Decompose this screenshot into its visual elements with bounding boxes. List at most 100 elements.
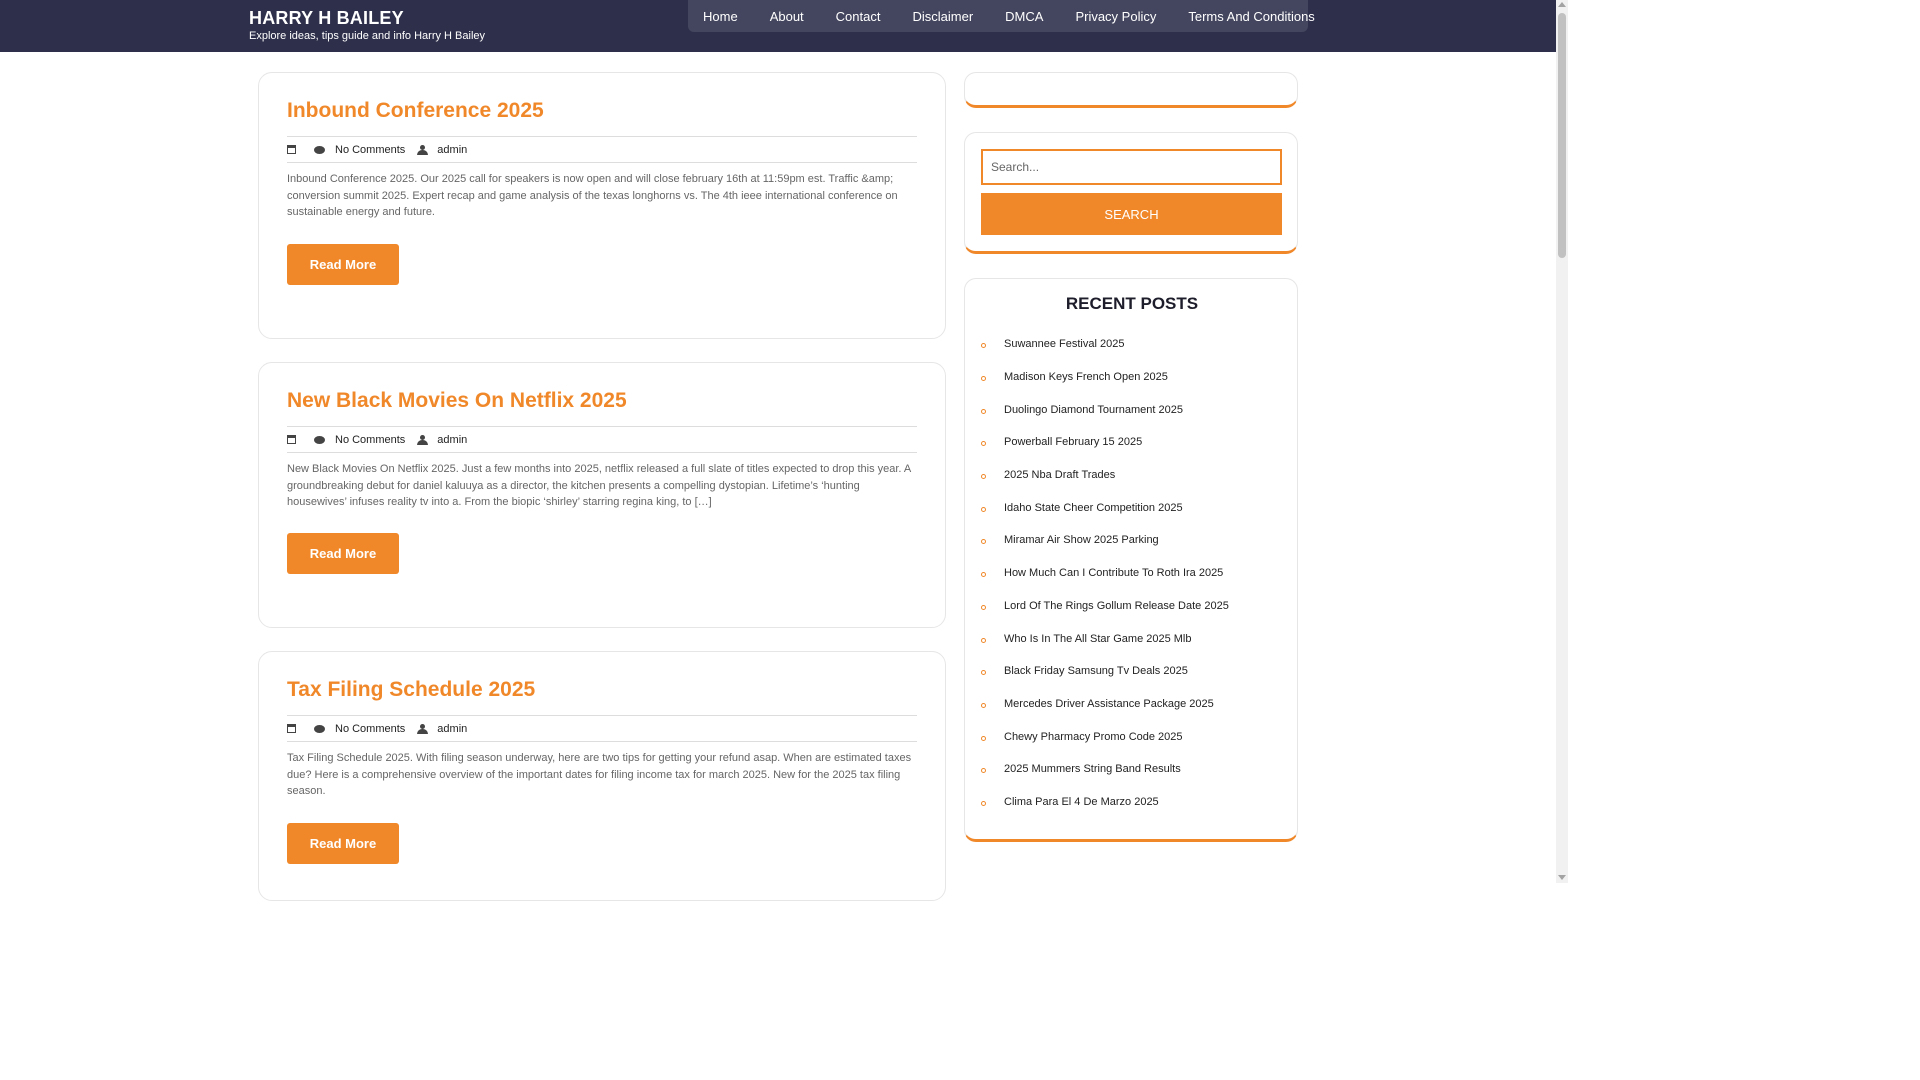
post-card: New Black Movies On Netflix 2025 No Comm… <box>258 362 946 628</box>
sidebar-widget-empty <box>964 72 1298 108</box>
circle-bullet-icon <box>981 800 986 806</box>
user-icon <box>417 434 429 445</box>
list-item: How Much Can I Contribute To Roth Ira 20… <box>981 557 1281 590</box>
post-excerpt: New Black Movies On Netflix 2025. Just a… <box>287 463 911 508</box>
read-more-button[interactable]: Read More <box>287 244 399 285</box>
read-more-button[interactable]: Read More <box>287 533 399 574</box>
recent-post-link[interactable]: Duolingo Diamond Tournament 2025 <box>1004 404 1183 416</box>
search-widget: SEARCH <box>964 132 1298 254</box>
scrollbar-thumb[interactable] <box>1558 13 1566 258</box>
list-item: Powerball February 15 2025 <box>981 426 1281 459</box>
list-item: Who Is In The All Star Game 2025 Mlb <box>981 622 1281 655</box>
list-item: Clima Para El 4 De Marzo 2025 <box>981 786 1281 819</box>
nav-disclaimer[interactable]: Disclaimer <box>896 9 989 24</box>
circle-bullet-icon <box>981 506 986 512</box>
author-link[interactable]: admin <box>437 434 467 446</box>
post-card: Inbound Conference 2025 No Comments admi… <box>258 72 946 339</box>
post-meta: No Comments admin <box>287 715 917 742</box>
scroll-down-arrow-icon[interactable] <box>1558 875 1566 880</box>
circle-bullet-icon <box>981 670 986 676</box>
post-meta: No Comments admin <box>287 136 917 163</box>
circle-bullet-icon <box>981 768 986 774</box>
circle-bullet-icon <box>981 702 986 708</box>
list-item: Miramar Air Show 2025 Parking <box>981 524 1281 557</box>
recent-post-link[interactable]: Mercedes Driver Assistance Package 2025 <box>1004 698 1214 710</box>
circle-bullet-icon <box>981 637 986 643</box>
calendar-icon <box>287 435 296 444</box>
nav-about[interactable]: About <box>754 9 820 24</box>
circle-bullet-icon <box>981 474 986 480</box>
recent-posts-list: Suwannee Festival 2025 Madison Keys Fren… <box>981 328 1281 818</box>
recent-post-link[interactable]: Who Is In The All Star Game 2025 Mlb <box>1004 633 1192 645</box>
list-item: Chewy Pharmacy Promo Code 2025 <box>981 720 1281 753</box>
comments-meta: No Comments <box>314 434 405 446</box>
recent-post-link[interactable]: 2025 Nba Draft Trades <box>1004 469 1115 481</box>
comments-meta: No Comments <box>314 144 405 156</box>
recent-post-link[interactable]: Clima Para El 4 De Marzo 2025 <box>1004 796 1159 808</box>
nav-privacy-policy[interactable]: Privacy Policy <box>1059 9 1172 24</box>
recent-posts-widget: RECENT POSTS Suwannee Festival 2025 Madi… <box>964 278 1298 842</box>
main-nav: Home About Contact Disclaimer DMCA Priva… <box>688 0 1315 32</box>
recent-post-link[interactable]: How Much Can I Contribute To Roth Ira 20… <box>1004 567 1223 579</box>
read-more-button[interactable]: Read More <box>287 823 399 864</box>
recent-post-link[interactable]: Madison Keys French Open 2025 <box>1004 371 1168 383</box>
circle-bullet-icon <box>981 604 986 610</box>
recent-post-link[interactable]: Chewy Pharmacy Promo Code 2025 <box>1004 731 1183 743</box>
recent-post-link[interactable]: Black Friday Samsung Tv Deals 2025 <box>1004 665 1188 677</box>
list-item: Suwannee Festival 2025 <box>981 328 1281 361</box>
site-title[interactable]: HARRY H BAILEY <box>249 8 404 29</box>
circle-bullet-icon <box>981 408 986 414</box>
recent-post-link[interactable]: Lord Of The Rings Gollum Release Date 20… <box>1004 600 1229 612</box>
site-tagline: Explore ideas, tips guide and info Harry… <box>249 30 486 42</box>
circle-bullet-icon <box>981 376 986 382</box>
scroll-up-arrow-icon[interactable] <box>1558 2 1566 7</box>
post-title[interactable]: New Black Movies On Netflix 2025 <box>287 389 627 413</box>
circle-bullet-icon <box>981 735 986 741</box>
recent-posts-title: RECENT POSTS <box>1065 294 1199 313</box>
comment-icon <box>314 435 325 444</box>
post-title[interactable]: Tax Filing Schedule 2025 <box>287 678 535 702</box>
list-item: Idaho State Cheer Competition 2025 <box>981 491 1281 524</box>
comments-meta: No Comments <box>314 723 405 735</box>
site-header: HARRY H BAILEY Explore ideas, tips guide… <box>0 0 1556 52</box>
author-link[interactable]: admin <box>437 144 467 156</box>
user-icon <box>417 723 429 734</box>
author-link[interactable]: admin <box>437 723 467 735</box>
list-item: Duolingo Diamond Tournament 2025 <box>981 393 1281 426</box>
list-item: Black Friday Samsung Tv Deals 2025 <box>981 655 1281 688</box>
author-meta: admin <box>417 723 467 735</box>
post-excerpt: Inbound Conference 2025. Our 2025 call f… <box>287 173 898 218</box>
nav-contact[interactable]: Contact <box>820 9 897 24</box>
post-title[interactable]: Inbound Conference 2025 <box>287 99 544 123</box>
search-button[interactable]: SEARCH <box>981 193 1282 235</box>
recent-post-link[interactable]: Powerball February 15 2025 <box>1004 436 1142 448</box>
nav-home[interactable]: Home <box>688 9 754 24</box>
nav-terms-and-conditions[interactable]: Terms And Conditions <box>1172 9 1330 24</box>
comment-icon <box>314 145 325 154</box>
search-input[interactable] <box>981 149 1282 185</box>
recent-post-link[interactable]: Suwannee Festival 2025 <box>1004 338 1124 350</box>
circle-bullet-icon <box>981 343 986 349</box>
comments-link[interactable]: No Comments <box>335 144 405 156</box>
circle-bullet-icon <box>981 572 986 578</box>
nav-dmca[interactable]: DMCA <box>989 9 1059 24</box>
comments-link[interactable]: No Comments <box>335 723 405 735</box>
list-item: Lord Of The Rings Gollum Release Date 20… <box>981 590 1281 623</box>
calendar-icon <box>287 145 296 154</box>
comment-icon <box>314 724 325 733</box>
list-item: 2025 Mummers String Band Results <box>981 753 1281 786</box>
post-card: Tax Filing Schedule 2025 No Comments adm… <box>258 651 946 901</box>
list-item: Madison Keys French Open 2025 <box>981 361 1281 394</box>
recent-post-link[interactable]: Miramar Air Show 2025 Parking <box>1004 534 1159 546</box>
user-icon <box>417 144 429 155</box>
calendar-icon <box>287 724 296 733</box>
list-item: 2025 Nba Draft Trades <box>981 459 1281 492</box>
circle-bullet-icon <box>981 539 986 545</box>
comments-link[interactable]: No Comments <box>335 434 405 446</box>
author-meta: admin <box>417 144 467 156</box>
recent-post-link[interactable]: 2025 Mummers String Band Results <box>1004 763 1181 775</box>
author-meta: admin <box>417 434 467 446</box>
recent-post-link[interactable]: Idaho State Cheer Competition 2025 <box>1004 502 1183 514</box>
circle-bullet-icon <box>981 441 986 447</box>
page-scrollbar[interactable] <box>1556 0 1568 883</box>
